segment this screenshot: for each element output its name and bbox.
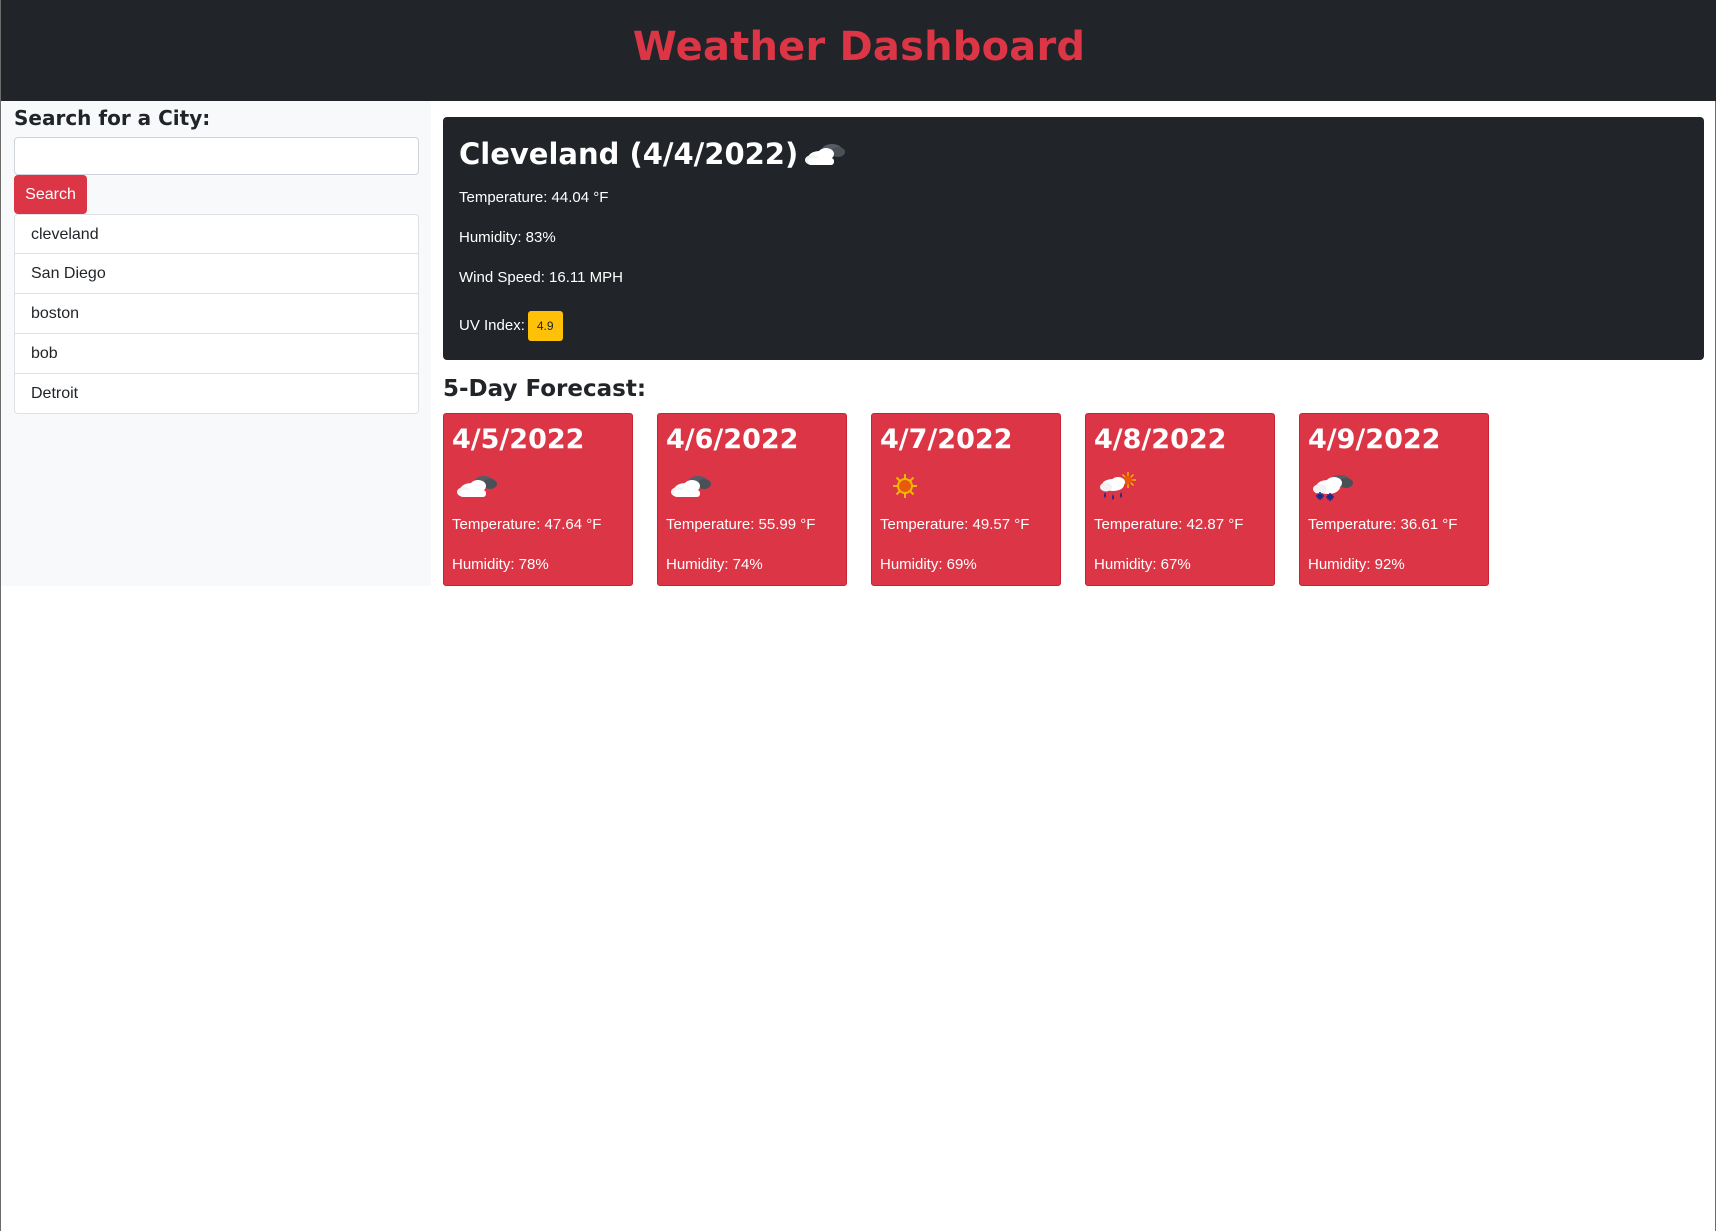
- search-label: Search for a City:: [14, 106, 211, 130]
- forecast-date: 4/5/2022: [452, 424, 585, 455]
- forecast-date: 4/7/2022: [880, 424, 1013, 455]
- page-title: Weather Dashboard: [632, 23, 1086, 70]
- current-city-date: Cleveland (4/4/2022): [459, 137, 799, 171]
- cloudy-icon: [668, 470, 714, 502]
- history-item-san-diego[interactable]: San Diego: [14, 254, 419, 294]
- forecast-date: 4/8/2022: [1094, 424, 1227, 455]
- current-wind-speed: Wind Speed: 16.11 MPH: [459, 269, 623, 286]
- forecast-humidity: Humidity: 78%: [452, 556, 549, 573]
- forecast-card: 4/8/2022 Temperature: 42.87 °F Humidity:…: [1085, 413, 1275, 586]
- forecast-card: 4/5/2022 Temperature: 47.64 °F Humidity:…: [443, 413, 633, 586]
- uv-index-label: UV Index:: [459, 316, 525, 334]
- cloudy-icon: [802, 138, 848, 170]
- forecast-card: 4/9/2022 Temperature: 36.61 °F Humidity:…: [1299, 413, 1489, 586]
- forecast-humidity: Humidity: 67%: [1094, 556, 1191, 573]
- current-temperature: Temperature: 44.04 °F: [459, 189, 609, 206]
- sidebar: Search for a City: Search cleveland San …: [1, 101, 431, 586]
- history-item-detroit[interactable]: Detroit: [14, 374, 419, 414]
- forecast-date: 4/9/2022: [1308, 424, 1441, 455]
- forecast-heading: 5-Day Forecast:: [443, 376, 647, 402]
- forecast-temperature: Temperature: 55.99 °F: [666, 516, 816, 533]
- snow-icon: [1310, 470, 1356, 502]
- current-weather-card: Cleveland (4/4/2022) Temperature: 44.04 …: [443, 117, 1704, 360]
- forecast-humidity: Humidity: 74%: [666, 556, 763, 573]
- forecast-humidity: Humidity: 92%: [1308, 556, 1405, 573]
- history-item-boston[interactable]: boston: [14, 294, 419, 334]
- forecast-temperature: Temperature: 42.87 °F: [1094, 516, 1244, 533]
- sunny-icon: [882, 470, 928, 502]
- search-input[interactable]: [14, 137, 419, 175]
- forecast-temperature: Temperature: 49.57 °F: [880, 516, 1030, 533]
- search-button[interactable]: Search: [14, 175, 87, 214]
- uv-index-badge: 4.9: [527, 311, 563, 341]
- history-item-cleveland[interactable]: cleveland: [14, 214, 419, 254]
- cloudy-icon: [454, 470, 500, 502]
- rain-sun-icon: [1096, 470, 1142, 502]
- forecast-temperature: Temperature: 47.64 °F: [452, 516, 602, 533]
- page-header: Weather Dashboard: [1, 0, 1716, 101]
- forecast-card: 4/7/2022 Temperature: 49.57 °F Humidity:…: [871, 413, 1061, 586]
- forecast-temperature: Temperature: 36.61 °F: [1308, 516, 1458, 533]
- forecast-date: 4/6/2022: [666, 424, 799, 455]
- current-uv-row: UV Index: 4.9: [459, 311, 563, 341]
- history-item-bob[interactable]: bob: [14, 334, 419, 374]
- forecast-humidity: Humidity: 69%: [880, 556, 977, 573]
- current-title-row: Cleveland (4/4/2022): [459, 137, 848, 171]
- search-history-list: cleveland San Diego boston bob Detroit: [14, 214, 419, 414]
- forecast-card: 4/6/2022 Temperature: 55.99 °F Humidity:…: [657, 413, 847, 586]
- current-humidity: Humidity: 83%: [459, 229, 556, 246]
